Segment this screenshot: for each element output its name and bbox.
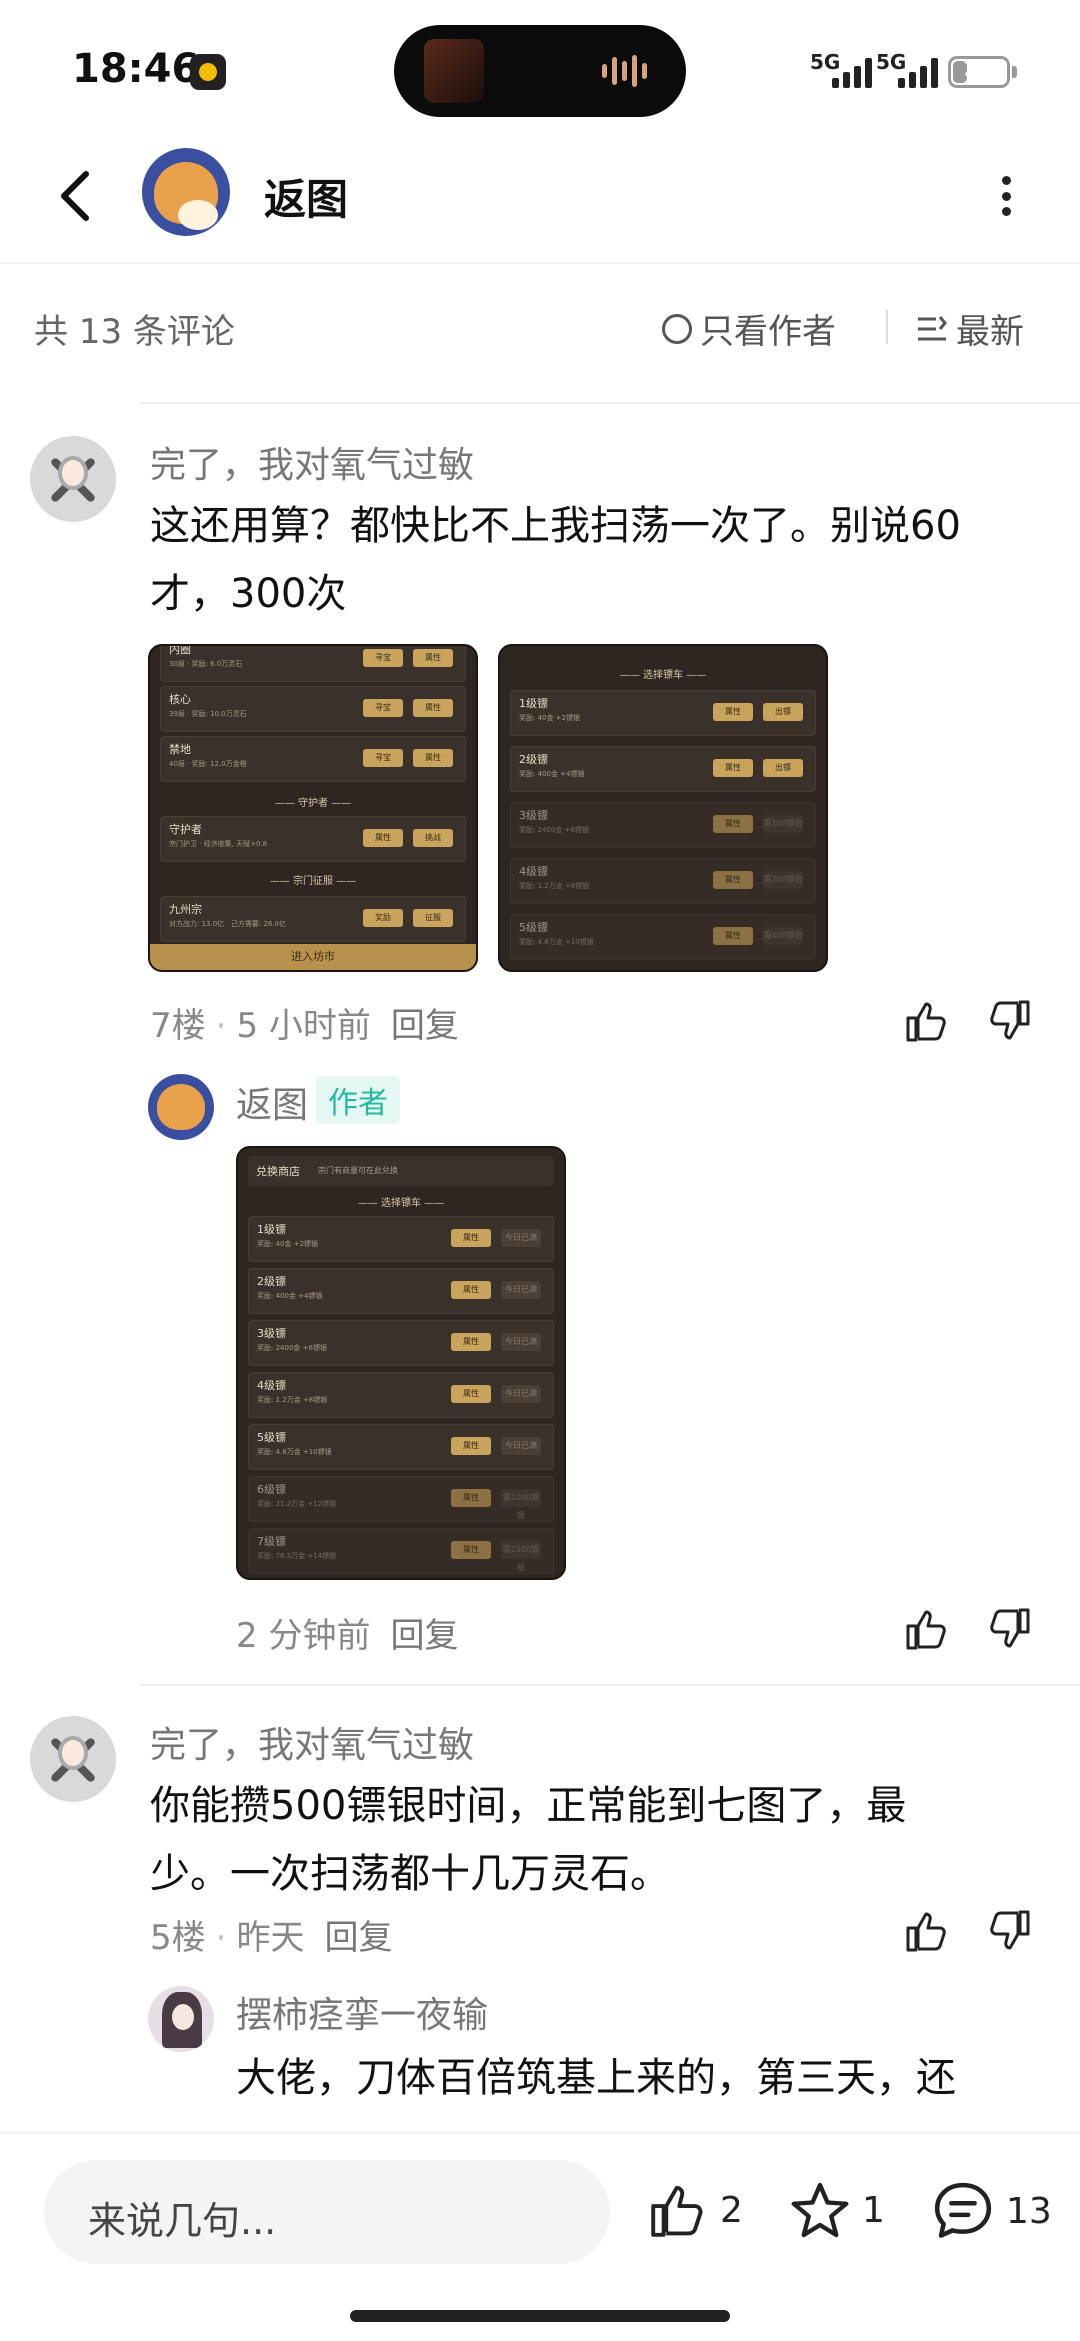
sort-label: 最新 [956, 312, 1024, 352]
thumb-up-icon [651, 2185, 703, 2237]
star-icon [791, 2182, 849, 2238]
comment-count: 共 13 条评论 [34, 312, 235, 352]
comment-text-line: 你能攒500镖银时间，正常能到七图了，最 [150, 1783, 907, 1829]
reply-avatar[interactable] [148, 1986, 214, 2052]
signal-2-bars-icon [898, 58, 938, 88]
dynamic-island[interactable] [394, 25, 686, 117]
floor-number: 5楼 [150, 1918, 206, 1958]
battery-icon: 27 [948, 56, 1010, 88]
reply-image[interactable]: 兑换商店 宗门有商量可在此兑换 —— 选择镖车 —— 1级镖 奖励: 40金 +2… [236, 1146, 566, 1580]
list-divider [140, 402, 1080, 404]
home-indicator[interactable] [350, 2310, 730, 2322]
dislike-icon[interactable] [986, 998, 1032, 1044]
audio-wave-icon [602, 55, 656, 87]
comment-avatar[interactable] [30, 436, 116, 522]
signal-1-bars-icon [832, 58, 872, 88]
reply-avatar[interactable] [148, 1074, 214, 1140]
reply-username[interactable]: 返图 [236, 1076, 308, 1128]
comment-text-line: 少。一次扫荡都十几万灵石。 [150, 1851, 670, 1897]
comment-input-placeholder: 来说几句... [88, 2199, 277, 2243]
comment-text-line: 这还用算？都快比不上我扫荡一次了。别说60 [150, 503, 961, 549]
comment-text[interactable]: 你能攒500镖银时间，正常能到七图了，最 少。一次扫荡都十几万灵石。 [150, 1772, 906, 1908]
comment-text[interactable]: 这还用算？都快比不上我扫荡一次了。别说60 才，300次 [150, 492, 961, 628]
comment-input[interactable]: 来说几句... [44, 2160, 610, 2264]
shiba-avatar-art [157, 1084, 205, 1130]
like-icon[interactable] [904, 1606, 950, 1652]
author-only-toggle[interactable]: 只看作者 [662, 304, 836, 353]
media-artwork [424, 39, 484, 103]
author-only-label: 只看作者 [700, 312, 836, 352]
sort-icon [918, 315, 947, 340]
comment-meta: 7楼 · 5 小时前 回复 [150, 1006, 459, 1046]
battery-level: 27 [963, 57, 995, 82]
dislike-icon[interactable] [986, 1908, 1032, 1954]
back-icon[interactable] [54, 168, 94, 224]
comment-bubble-icon [934, 2182, 992, 2238]
reply-button[interactable]: 回复 [390, 1616, 458, 1656]
comment-meta: 5楼 · 昨天 回复 [150, 1918, 393, 1958]
comment-username[interactable]: 完了，我对氧气过敏 [150, 1716, 474, 1768]
reply-button[interactable]: 回复 [324, 1918, 392, 1958]
favorite-button[interactable]: 1 [790, 2180, 885, 2240]
reply-username[interactable]: 摆柿痉挛一夜输 [236, 1986, 488, 2038]
radio-circle-icon[interactable] [662, 313, 692, 344]
shiba-avatar-art [154, 162, 218, 230]
comment-username[interactable]: 完了，我对氧气过敏 [150, 436, 474, 488]
dislike-icon[interactable] [986, 1606, 1032, 1652]
reply-time: 2 分钟前 [236, 1616, 371, 1656]
avatar[interactable] [142, 148, 230, 236]
like-icon[interactable] [904, 998, 950, 1044]
like-count: 2 [720, 2189, 743, 2231]
reply-button[interactable]: 回复 [391, 1006, 459, 1046]
comment-time: 昨天 [236, 1918, 305, 1958]
reply-meta: 2 分钟前 回复 [236, 1608, 458, 1657]
sort-button[interactable]: 最新 [916, 304, 1024, 353]
comment-image[interactable]: —— 选择镖车 —— 1级镖 奖励: 40金 +2镖银 属性 出镖 2级镖 奖励: 40… [498, 644, 828, 972]
comment-avatar[interactable] [30, 1716, 116, 1802]
more-icon[interactable] [998, 176, 1014, 216]
comments-button[interactable]: 13 [932, 2180, 1052, 2242]
list-divider [140, 1684, 1080, 1686]
comment-image[interactable]: 内圈 30层 · 奖励: 6.0万灵石 寻宝 属性 核心 39层 · 奖励: 10.0万… [148, 644, 478, 972]
favorite-count: 1 [862, 2189, 885, 2231]
like-icon[interactable] [904, 1908, 950, 1954]
header-divider [0, 262, 1080, 264]
divider [886, 310, 888, 344]
comment-count-bottom: 13 [1006, 2190, 1052, 2232]
like-button[interactable]: 2 [648, 2180, 743, 2240]
comment-text-line: 才，300次 [150, 571, 347, 617]
status-time: 18:46 [72, 46, 200, 92]
notification-app-icon [190, 54, 226, 90]
floor-number: 7楼 [150, 1006, 206, 1046]
author-badge: 作者 [316, 1076, 400, 1124]
comment-time: 5 小时前 [236, 1006, 371, 1046]
battery-tip [1012, 66, 1017, 78]
reply-text[interactable]: 大佬，刀体百倍筑基上来的，第三天，还 [236, 2044, 956, 2112]
page-title: 返图 [264, 175, 349, 224]
